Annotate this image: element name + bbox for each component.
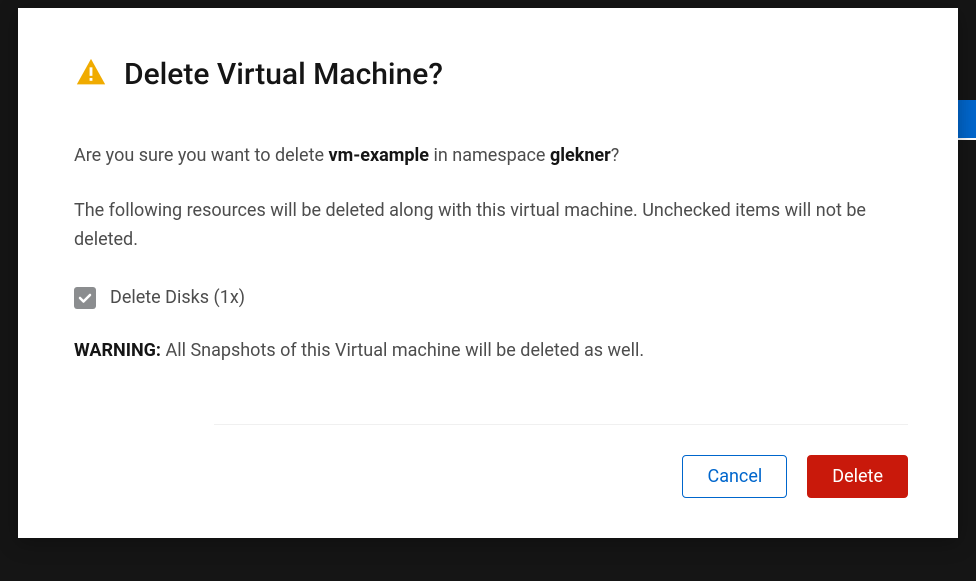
modal-title: Delete Virtual Machine?: [124, 57, 443, 93]
namespace-name: glekner: [550, 145, 611, 166]
warning-label: WARNING:: [74, 340, 161, 361]
vm-name: vm-example: [329, 145, 430, 166]
cancel-button[interactable]: Cancel: [682, 455, 787, 498]
delete-vm-modal: Delete Virtual Machine? Are you sure you…: [18, 8, 958, 538]
delete-disks-checkbox-row: Delete Disks (1x): [74, 287, 902, 309]
warning-message: All Snapshots of this Virtual machine wi…: [161, 340, 644, 361]
resources-description: The following resources will be deleted …: [74, 197, 902, 255]
backdrop-accent: [956, 100, 976, 140]
confirm-mid: in namespace: [429, 145, 550, 166]
delete-disks-label: Delete Disks (1x): [110, 287, 245, 308]
confirm-prefix: Are you sure you want to delete: [74, 145, 329, 166]
warning-icon: [74, 56, 108, 94]
modal-header: Delete Virtual Machine?: [74, 56, 902, 94]
checkmark-icon: [77, 290, 93, 306]
snapshot-warning: WARNING: All Snapshots of this Virtual m…: [74, 337, 902, 364]
confirm-suffix: ?: [611, 145, 620, 166]
delete-disks-checkbox[interactable]: [74, 287, 96, 309]
delete-button[interactable]: Delete: [807, 455, 908, 498]
modal-footer: Cancel Delete: [214, 424, 908, 498]
confirm-text: Are you sure you want to delete vm-examp…: [74, 142, 902, 169]
